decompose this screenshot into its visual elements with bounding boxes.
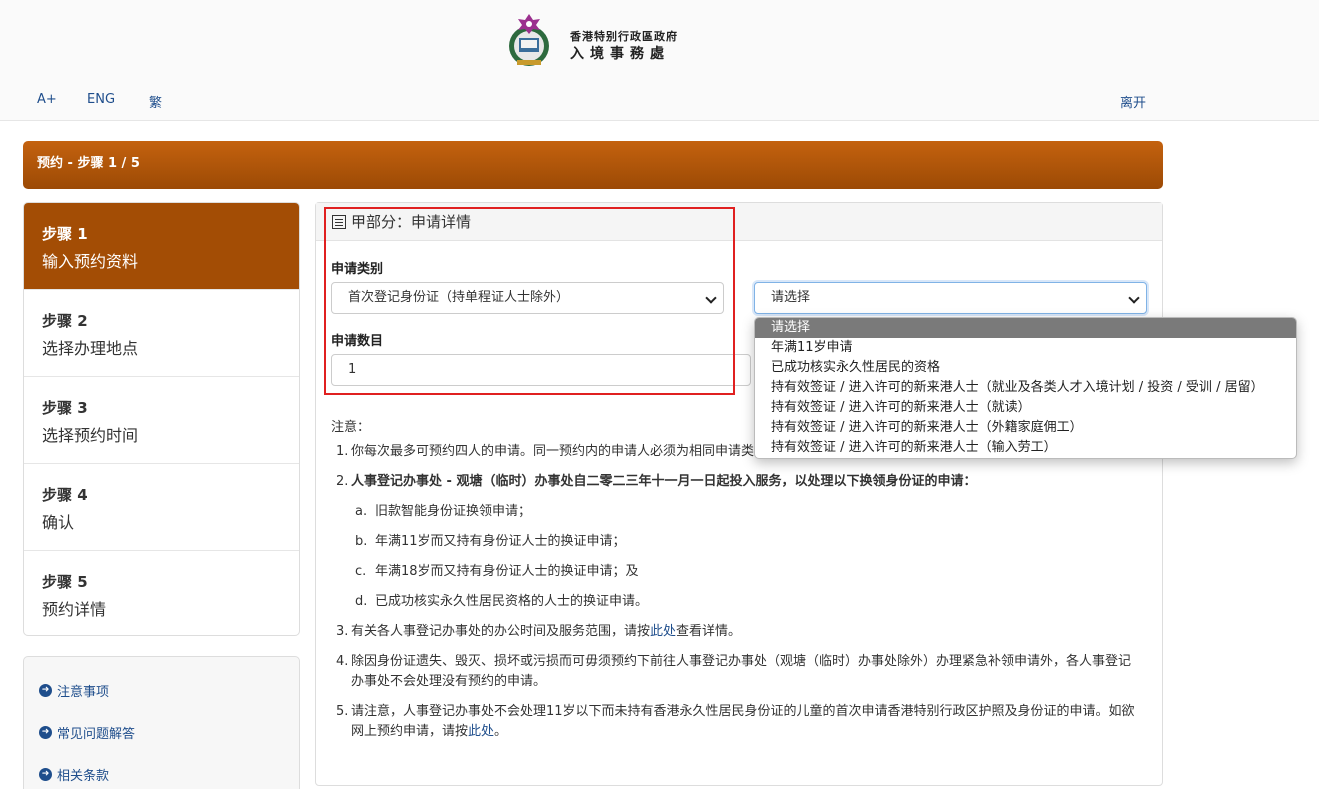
category-select[interactable]: 首次登记身份证（持单程证人士除外）: [331, 282, 724, 314]
notes-link[interactable]: ➜ 注意事项: [24, 669, 299, 711]
form-icon: [332, 214, 346, 229]
dept-name: 入境事務處: [570, 46, 670, 62]
sub-note-letter: c.: [355, 564, 367, 579]
immd-logo[interactable]: 香港特别行政區政府 入境事務處: [506, 12, 696, 74]
note-number: 5.: [336, 704, 349, 719]
note-item: 5. 请注意，人事登记办事处不会处理11岁以下而未持有香港永久性居民身份证的儿童…: [331, 702, 1141, 742]
emblem-icon: [509, 14, 549, 66]
dropdown-option[interactable]: 持有效签证 / 进入许可的新来港人士（就读）: [755, 398, 1296, 418]
note-text: 有关各人事登记办事处的办公时间及服务范围，请按: [351, 624, 651, 639]
faq-link[interactable]: ➜ 常见问题解答: [24, 711, 299, 753]
note-text: 查看详情。: [676, 624, 742, 639]
dropdown-option[interactable]: 持有效签证 / 进入许可的新来港人士（就业及各类人才入境计划 / 投资 / 受训…: [755, 378, 1296, 398]
step-item-2[interactable]: 步骤 2 选择办理地点: [24, 290, 299, 377]
sub-note-text: 旧款智能身份证换领申请；: [375, 504, 532, 519]
terms-link[interactable]: ➜ 相关条款: [24, 753, 299, 789]
link-label: 注意事项: [57, 684, 110, 700]
step-item-5[interactable]: 步骤 5 预约详情: [24, 551, 299, 635]
sub-note-item: c. 年满18岁而又持有身份证人士的换证申请；及: [355, 562, 1141, 582]
online-booking-link[interactable]: 此处: [468, 724, 494, 739]
note-number: 3.: [336, 624, 349, 639]
step-label: 预约详情: [42, 600, 107, 619]
lang-traditional-link[interactable]: 繁: [149, 92, 162, 111]
sub-note-item: d. 已成功核实永久性居民资格的人士的换证申请。: [355, 592, 1141, 612]
step-item-4[interactable]: 步骤 4 确认: [24, 464, 299, 551]
gov-name: 香港特别行政區政府: [570, 30, 678, 43]
step-label: 选择预约时间: [42, 426, 139, 445]
sub-note-letter: a.: [355, 504, 368, 519]
dropdown-option[interactable]: 持有效签证 / 进入许可的新来港人士（外籍家庭佣工）: [755, 418, 1296, 438]
sub-note-text: 年满18岁而又持有身份证人士的换证申请；及: [375, 564, 639, 579]
panel-header: 甲部分：申请详情: [316, 203, 1162, 241]
dropdown-option[interactable]: 持有效签证 / 进入许可的新来港人士（输入劳工）: [755, 438, 1296, 458]
subcategory-select[interactable]: 请选择: [754, 282, 1147, 314]
site-header: 香港特别行政區政府 入境事務處 A+ ENG 繁 离开: [0, 0, 1319, 121]
link-label: 常见问题解答: [57, 726, 136, 742]
category-value: 首次登记身份证（持单程证人士除外）: [348, 290, 570, 305]
arrow-right-circle-icon: ➜: [39, 767, 52, 781]
panel-title: 甲部分：申请详情: [351, 213, 472, 231]
note-text: 你每次最多可预约四人的申请。同一预约内的申请人必须为相同申请类别。: [351, 444, 781, 459]
subcategory-value: 请选择: [771, 290, 811, 305]
step-label: 确认: [42, 513, 75, 532]
arrow-right-circle-icon: ➜: [39, 725, 52, 739]
note-text: 。: [494, 724, 508, 739]
chevron-down-icon: [705, 292, 717, 304]
dropdown-option[interactable]: 年满11岁申请: [755, 338, 1296, 358]
sub-note-item: b. 年满11岁而又持有身份证人士的换证申请；: [355, 532, 1141, 552]
count-input[interactable]: 1: [331, 354, 751, 386]
step-number: 步骤 5: [42, 573, 88, 591]
note-item: 4. 除因身份证遗失、毁灭、损坏或污损而可毋须预约下前往人事登记办事处（观塘（临…: [331, 652, 1141, 692]
sub-note-item: a. 旧款智能身份证换领申请；: [355, 502, 1141, 522]
link-label: 相关条款: [57, 768, 110, 784]
sub-note-letter: b.: [355, 534, 368, 549]
note-text: 除因身份证遗失、毁灭、损坏或污损而可毋须预约下前往人事登记办事处（观塘（临时）办…: [351, 654, 1132, 689]
dropdown-option[interactable]: 已成功核实永久性居民的资格: [755, 358, 1296, 378]
dropdown-option[interactable]: 请选择: [755, 318, 1296, 338]
step-number: 步骤 1: [42, 225, 88, 243]
note-number: 4.: [336, 654, 349, 669]
count-label: 申请数目: [331, 334, 384, 349]
office-hours-link[interactable]: 此处: [650, 624, 676, 639]
note-item: 3. 有关各人事登记办事处的办公时间及服务范围，请按此处查看详情。: [331, 622, 1141, 642]
note-number: 2.: [336, 474, 349, 489]
help-links: ➜ 注意事项 ➜ 常见问题解答 ➜ 相关条款: [23, 656, 300, 789]
sub-note-text: 年满11岁而又持有身份证人士的换证申请；: [375, 534, 626, 549]
notes-section: 注意： 1. 你每次最多可预约四人的申请。同一预约内的申请人必须为相同申请类别。…: [331, 418, 1141, 752]
sub-note-text: 已成功核实永久性居民资格的人士的换证申请。: [375, 594, 649, 609]
arrow-right-circle-icon: ➜: [39, 683, 52, 697]
note-text: 人事登记办事处 - 观塘（临时）办事处自二零二三年十一月一日起投入服务，以处理以…: [351, 474, 977, 489]
exit-link[interactable]: 离开: [1120, 92, 1146, 111]
step-number: 步骤 4: [42, 486, 88, 504]
font-size-button[interactable]: A+: [37, 92, 57, 107]
step-number: 步骤 2: [42, 312, 88, 330]
step-item-3[interactable]: 步骤 3 选择预约时间: [24, 377, 299, 464]
step-label: 输入预约资料: [42, 252, 139, 271]
subcategory-dropdown-list: 请选择 年满11岁申请 已成功核实永久性居民的资格 持有效签证 / 进入许可的新…: [754, 317, 1297, 459]
sub-note-letter: d.: [355, 594, 368, 609]
step-number: 步骤 3: [42, 399, 88, 417]
chevron-down-icon: [1128, 292, 1140, 304]
step-banner: 预约 - 步骤 1 / 5: [23, 141, 1163, 189]
step-list: 步骤 1 输入预约资料 步骤 2 选择办理地点 步骤 3 选择预约时间 步骤 4…: [23, 202, 300, 636]
lang-eng-link[interactable]: ENG: [87, 92, 115, 107]
note-number: 1.: [336, 444, 349, 459]
step-item-1[interactable]: 步骤 1 输入预约资料: [24, 203, 299, 290]
note-item: 2. 人事登记办事处 - 观塘（临时）办事处自二零二三年十一月一日起投入服务，以…: [331, 472, 1141, 612]
step-label: 选择办理地点: [42, 339, 139, 358]
category-label: 申请类别: [331, 262, 384, 277]
